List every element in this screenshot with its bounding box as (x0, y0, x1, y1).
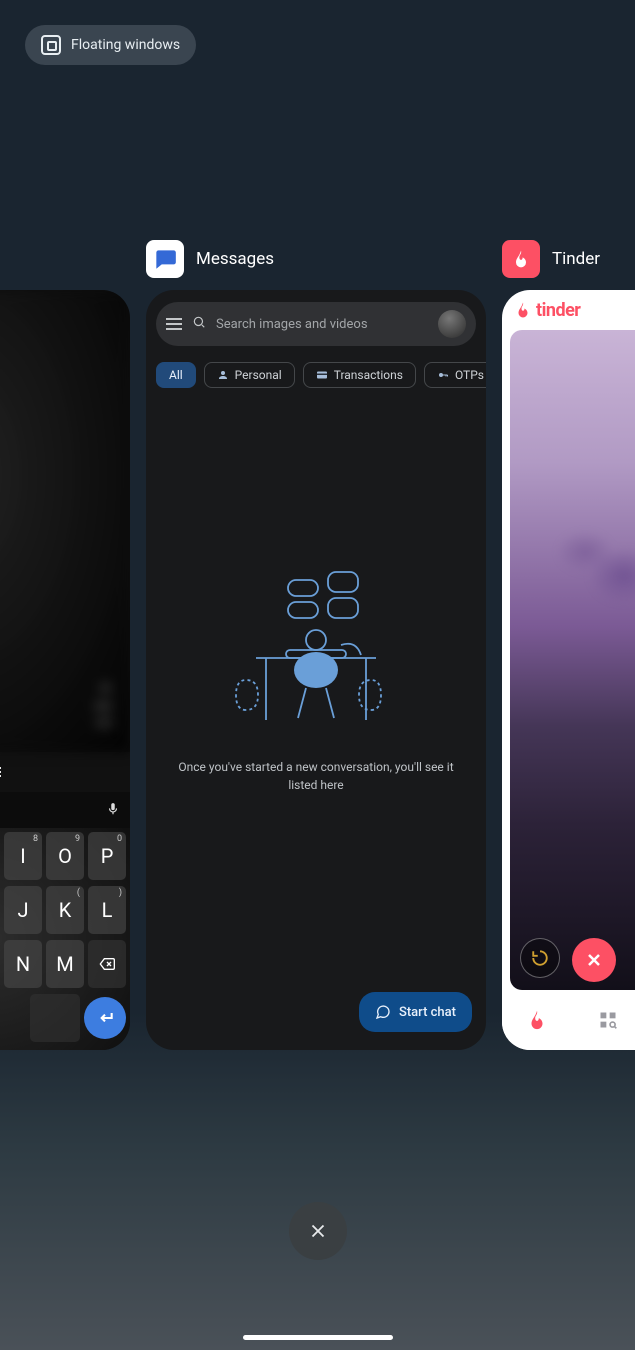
mic-icon[interactable] (106, 802, 120, 819)
start-chat-button[interactable]: Start chat (359, 992, 472, 1032)
tinder-profile-photo[interactable]: Skinca (510, 330, 635, 990)
floating-window-icon (41, 35, 61, 55)
messages-app-icon[interactable] (146, 240, 184, 278)
keyboard[interactable]: 7U 8I 9O 0P J (K )L N M (0, 828, 130, 1050)
key-enter[interactable] (84, 997, 126, 1039)
key-option[interactable] (30, 994, 80, 1042)
key-p[interactable]: 0P (88, 832, 126, 880)
tinder-app-icon[interactable] (502, 240, 540, 278)
close-all-button[interactable] (289, 1202, 347, 1260)
key-k[interactable]: (K (46, 886, 84, 934)
editor-toolbar: ▼ (0, 752, 130, 792)
key-m[interactable]: M (46, 940, 84, 988)
chip-all[interactable]: All (156, 362, 196, 388)
search-icon (192, 315, 206, 333)
tinder-app-title: Tinder (552, 249, 600, 269)
empty-state-text: Once you've started a new conversation, … (170, 758, 462, 794)
tinder-bottom-nav (502, 994, 635, 1050)
filter-chips-row: All Personal Transactions OTPs (146, 354, 486, 388)
key-backspace[interactable] (88, 940, 126, 988)
editor-content-blurred: at, ass rob (0, 290, 130, 752)
key-i[interactable]: 8I (4, 832, 42, 880)
rewind-button[interactable] (520, 938, 560, 978)
chip-otps[interactable]: OTPs (424, 362, 486, 388)
home-indicator[interactable] (243, 1335, 393, 1340)
chat-bubble-icon (375, 1004, 391, 1020)
floating-windows-button[interactable]: Floating windows (25, 25, 196, 65)
app-card-messages[interactable]: Messages Search images and videos All Pe… (146, 240, 486, 1050)
nav-flame-icon[interactable] (526, 1009, 548, 1035)
search-placeholder: Search images and videos (216, 317, 428, 332)
nope-button[interactable] (572, 938, 616, 982)
close-icon (307, 1220, 329, 1242)
empty-illustration-icon (216, 560, 416, 740)
app-card-tinder[interactable]: Tinder tinder Skinca (502, 240, 635, 1050)
key-o[interactable]: 9O (46, 832, 84, 880)
tinder-flame-icon (514, 301, 532, 319)
key-l[interactable]: )L (88, 886, 126, 934)
tinder-brand-label: tinder (536, 300, 580, 321)
key-j[interactable]: J (4, 886, 42, 934)
tinder-action-row (510, 938, 635, 982)
recents-row: . at, ass rob ▼ (0, 240, 635, 1050)
app-card-editor[interactable]: . at, ass rob ▼ (0, 240, 130, 1050)
chip-personal[interactable]: Personal (204, 362, 295, 388)
hamburger-icon[interactable] (166, 318, 182, 330)
keyboard-suggestion-bar: t... (0, 792, 130, 828)
search-bar[interactable]: Search images and videos (156, 302, 476, 346)
key-n[interactable]: N (4, 940, 42, 988)
start-chat-label: Start chat (399, 1005, 456, 1020)
nav-explore-icon[interactable] (598, 1010, 618, 1034)
tinder-header: tinder (502, 290, 635, 330)
empty-state: Once you've started a new conversation, … (146, 560, 486, 794)
floating-windows-label: Floating windows (71, 37, 180, 53)
chip-transactions[interactable]: Transactions (303, 362, 416, 388)
avatar[interactable] (438, 310, 466, 338)
list-icon[interactable] (0, 767, 1, 777)
messages-app-title: Messages (196, 249, 274, 269)
